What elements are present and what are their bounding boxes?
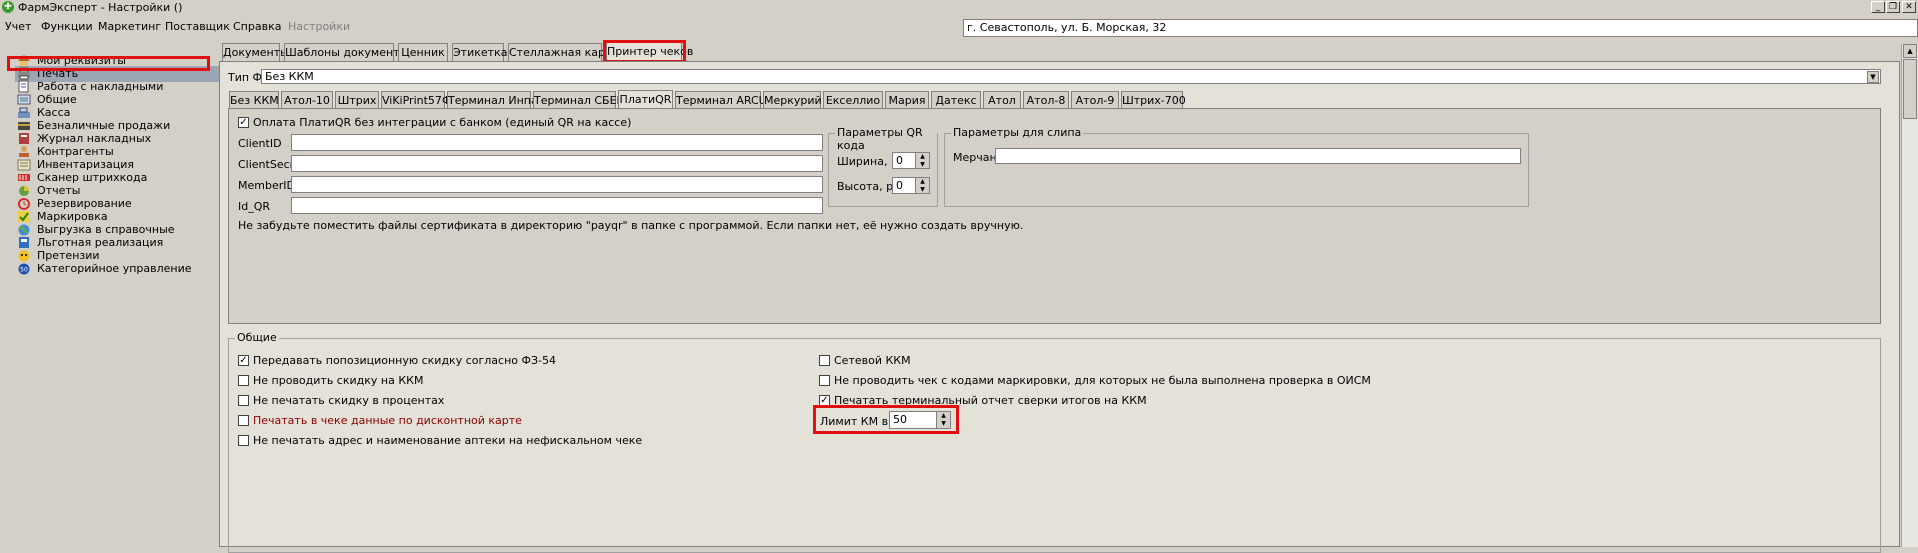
no-discount-kkm-checkbox[interactable] [238,375,249,386]
printer-tab-panel: Тип ФР Без ККМ ▼ Без ККМ Атол-10 Штрих V… [219,61,1900,553]
tab-atol[interactable]: Атол [983,91,1021,109]
tab-merkuriy[interactable]: Меркурий [763,91,822,109]
tab-shablony[interactable]: Шаблоны документов [284,43,413,61]
position-discount-checkbox[interactable]: ✓ [238,355,249,366]
restore-icon[interactable]: ❐ [1886,1,1900,13]
tab-terminal-inpas[interactable]: Терминал Инпас [447,91,544,109]
fr-type-value: Без ККМ [265,70,314,83]
tab-stellazh[interactable]: Стеллажная карта [508,43,618,61]
no-discount-kkm-label: Не проводить скидку на ККМ [253,374,424,387]
memberid-input[interactable] [291,176,823,193]
tab-atol-9[interactable]: Атол-9 [1071,91,1119,109]
window-title: ФармЭксперт - Настройки () [18,1,183,14]
chevron-down-icon[interactable]: ▼ [1867,71,1879,83]
tab-terminal-sber[interactable]: Терминал СБЕР [533,91,623,109]
tab-dokumenty[interactable]: Документы [222,43,289,61]
spin-arrows-icon[interactable]: ▲ ▼ [915,153,929,168]
no-integration-label: Оплата ПлатиQR без интеграции с банком (… [253,116,632,129]
tab-atol-10[interactable]: Атол-10 [281,91,333,109]
menu-marketing[interactable]: Маркетинг [98,20,161,33]
pharm-logo-icon: ✚ [2,1,14,13]
tab-tsennik[interactable]: Ценник [398,43,448,61]
platiqr-panel: ✓ Оплата ПлатиQR без интеграции с банком… [228,108,1881,324]
qr-height-value: 0 [896,179,903,192]
general-title: Общие [235,331,279,344]
no-address-checkbox[interactable] [238,435,249,446]
tab-mariya[interactable]: Мария [885,91,929,109]
qr-height-spinner[interactable]: 0 ▲ ▼ [892,177,930,194]
pharmacy-address-field[interactable]: г. Севастополь, ул. Б. Морская, 32 [963,19,1918,37]
tab-terminal-arcus[interactable]: Терминал ARCUS [675,91,774,109]
network-kkm-label: Сетевой ККМ [834,354,911,367]
scroll-up-icon[interactable]: ▲ [1903,44,1917,58]
menu-spravka[interactable]: Справка [233,20,281,33]
menu-funktsii[interactable]: Функции [41,20,93,33]
slip-params-title: Параметры для слипа [951,126,1084,139]
tab-shtrikh-700[interactable]: Штрих-700 [1121,91,1186,109]
menu-postavshik[interactable]: Поставщик [165,20,230,33]
discount-card-checkbox[interactable] [238,415,249,426]
clientid-input[interactable] [291,134,823,151]
discount-card-label: Печатать в чеке данные по дисконтной кар… [253,414,522,427]
certificate-note: Не забудьте поместить файлы сертификата … [238,219,1024,232]
idqr-input[interactable] [291,197,823,214]
slip-params-group: Параметры для слипа Мерчант [944,126,1529,207]
tab-shtrikh[interactable]: Штрих [335,91,379,109]
qr-height-label: Высота, px [837,180,900,193]
clientsecret-input[interactable] [291,155,823,172]
tab-bez-kkm[interactable]: Без ККМ [229,91,279,109]
merchant-input[interactable] [995,148,1521,164]
tab-dateks[interactable]: Датекс [931,91,981,109]
close-icon[interactable]: ✕ [1902,1,1916,13]
minimize-icon[interactable]: _ [1871,1,1885,13]
fr-type-combo[interactable]: Без ККМ ▼ [261,69,1881,84]
tab-vikiprint[interactable]: ViKiPrint57Ф [381,91,451,109]
main-panel: Документы Шаблоны документов Ценник Этик… [219,40,1918,553]
category-icon: 50 [18,263,30,275]
svg-text:50: 50 [20,267,28,274]
tab-atol-8[interactable]: Атол-8 [1023,91,1069,109]
qr-width-value: 0 [896,154,903,167]
highlight-printer-tab [603,40,686,63]
tab-exellio[interactable]: Екселлио [823,91,883,109]
no-unverified-marks-checkbox[interactable] [819,375,830,386]
vertical-scrollbar[interactable]: ▲ [1901,44,1918,547]
highlight-pechat [7,56,210,71]
menu-nastroyki[interactable]: Настройки [288,20,350,33]
network-kkm-checkbox[interactable] [819,355,830,366]
no-percent-discount-label: Не печатать скидку в процентах [253,394,445,407]
no-percent-discount-checkbox[interactable] [238,395,249,406]
spin-arrows-icon[interactable]: ▲ ▼ [915,178,929,193]
scroll-thumb[interactable] [1903,59,1917,119]
qr-params-title: Параметры QR кода [835,126,937,152]
menu-uchet[interactable]: Учет [5,20,31,33]
title-bar: ✚ ФармЭксперт - Настройки () _ ❐ ✕ [0,0,1918,15]
no-address-label: Не печатать адрес и наименование аптеки … [253,434,643,447]
qr-params-group: Параметры QR кода Ширина, px 0 ▲ ▼ Высота… [828,126,938,207]
general-group: Общие ✓ Передавать попозиционную скидку … [228,331,1881,553]
tab-etiketka[interactable]: Этикетка [452,43,507,61]
qr-width-spinner[interactable]: 0 ▲ ▼ [892,152,930,169]
idqr-label: Id_QR [238,200,271,213]
memberid-label: MemberID [238,179,295,192]
highlight-km-limit [813,405,959,434]
tab-platiqr[interactable]: ПлатиQR [618,90,673,110]
no-unverified-marks-label: Не проводить чек с кодами маркировки, дл… [834,374,1371,387]
clientid-label: ClientID [238,137,282,150]
position-discount-label: Передавать попозиционную скидку согласно… [253,354,556,367]
no-integration-checkbox[interactable]: ✓ [238,117,249,128]
